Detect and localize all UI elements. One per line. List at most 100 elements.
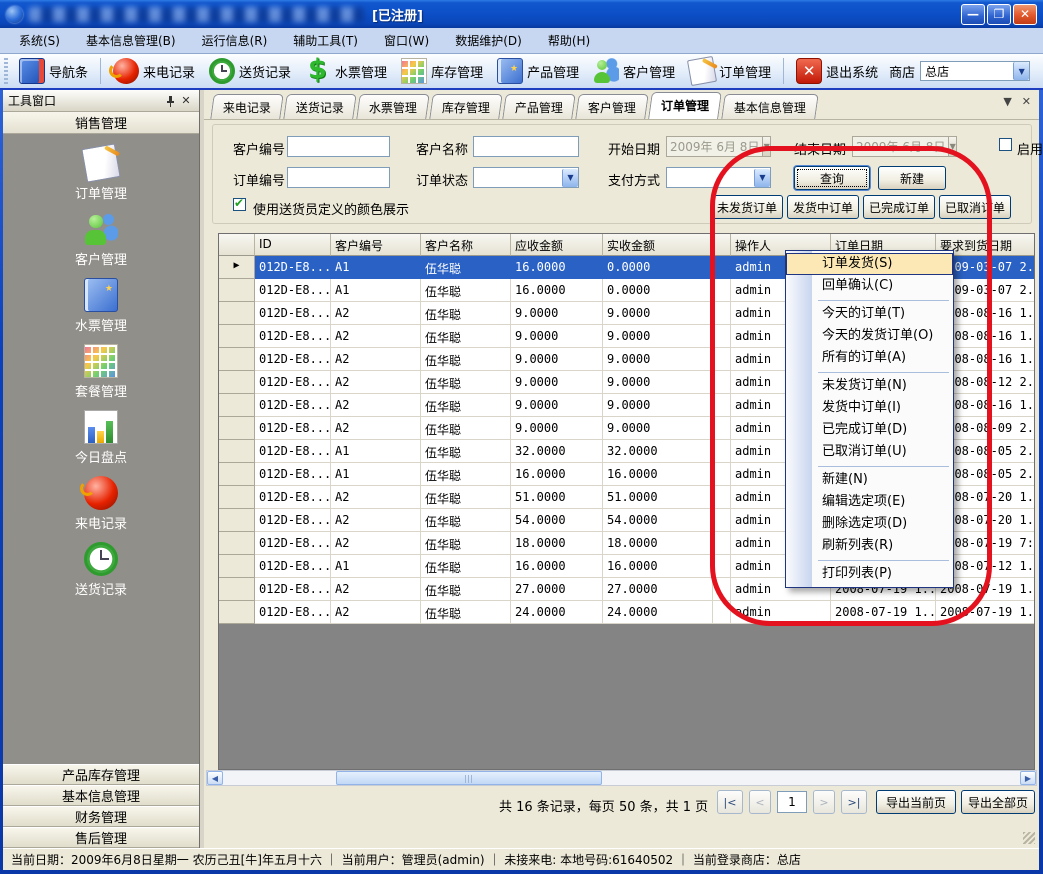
scroll-left-icon[interactable]: ◀ xyxy=(207,771,223,785)
checkbox-icon[interactable] xyxy=(999,138,1012,151)
close-icon[interactable]: ✕ xyxy=(178,93,194,109)
column-header-selector[interactable] xyxy=(219,234,255,256)
context-menu-item[interactable]: 已完成订单(D) xyxy=(786,419,953,441)
column-header[interactable]: ID xyxy=(255,234,331,256)
sidebar-item[interactable]: 水票管理 xyxy=(3,278,199,334)
toolbar-button[interactable]: 导航条 xyxy=(14,56,93,86)
toolbar-button[interactable]: 退出系统 xyxy=(791,56,883,86)
toolbar-button[interactable]: 产品管理 xyxy=(492,56,584,86)
row-selector[interactable] xyxy=(219,325,255,348)
tab[interactable]: 产品管理 xyxy=(502,94,576,119)
chevron-down-icon[interactable]: ▼ xyxy=(1013,62,1029,80)
context-menu-item[interactable]: 未发货订单(N) xyxy=(786,375,953,397)
order-status-select[interactable]: ▼ xyxy=(473,167,579,188)
end-date-picker[interactable]: 2009年 6月 8日 ▼ xyxy=(852,136,957,157)
enable-checkbox[interactable] xyxy=(999,138,1012,153)
sidebar-section-button[interactable]: 基本信息管理 xyxy=(3,785,199,806)
row-selector[interactable] xyxy=(219,601,255,624)
customer-name-input[interactable] xyxy=(473,136,579,157)
row-selector[interactable] xyxy=(219,578,255,601)
scroll-right-icon[interactable]: ▶ xyxy=(1020,771,1036,785)
menu-item[interactable]: 辅助工具(T) xyxy=(280,28,371,53)
prev-page-button[interactable]: < xyxy=(749,790,771,814)
context-menu-item[interactable]: 编辑选定项(E) xyxy=(786,491,953,513)
context-menu-item[interactable]: 发货中订单(I) xyxy=(786,397,953,419)
row-selector[interactable] xyxy=(219,486,255,509)
table-row[interactable]: 012D-E8... A2 伍华聪 24.0000 24.0000 admin … xyxy=(219,601,1034,624)
tab[interactable]: 基本信息管理 xyxy=(721,94,819,119)
sidebar-item[interactable]: 送货记录 xyxy=(3,542,199,598)
unshipped-orders-button[interactable]: 未发货订单 xyxy=(711,195,783,219)
row-selector[interactable] xyxy=(219,279,255,302)
row-selector[interactable] xyxy=(219,371,255,394)
toolbar-button[interactable]: 库存管理 xyxy=(396,56,488,86)
row-selector[interactable] xyxy=(219,440,255,463)
completed-orders-button[interactable]: 已完成订单 xyxy=(863,195,935,219)
new-button[interactable]: 新建 xyxy=(878,166,946,190)
context-menu-item[interactable]: 刷新列表(R) xyxy=(786,535,953,557)
column-header[interactable]: 客户名称 xyxy=(421,234,511,256)
maximize-button[interactable]: ❐ xyxy=(987,4,1011,25)
export-current-page-button[interactable]: 导出当前页 xyxy=(876,790,956,814)
toolbar-button[interactable]: 订单管理 xyxy=(684,56,776,86)
menu-item[interactable]: 窗口(W) xyxy=(371,28,442,53)
tab[interactable]: 水票管理 xyxy=(356,94,430,119)
row-selector[interactable] xyxy=(219,509,255,532)
shop-select[interactable]: 总店 ▼ xyxy=(920,61,1030,81)
context-menu-item[interactable]: 今天的发货订单(O) xyxy=(786,325,953,347)
menu-item[interactable]: 运行信息(R) xyxy=(189,28,281,53)
page-number-input[interactable]: 1 xyxy=(777,791,807,813)
tab[interactable]: 订单管理 xyxy=(648,92,722,119)
row-selector[interactable] xyxy=(219,532,255,555)
tab[interactable]: 来电记录 xyxy=(210,94,284,119)
column-header[interactable]: 应收金额 xyxy=(511,234,603,256)
context-menu-item[interactable]: 删除选定项(D) xyxy=(786,513,953,535)
tab[interactable]: 客户管理 xyxy=(575,94,649,119)
chevron-down-icon[interactable]: ▼ xyxy=(754,169,770,187)
last-page-button[interactable]: >| xyxy=(841,790,867,814)
shipping-orders-button[interactable]: 发货中订单 xyxy=(787,195,859,219)
toolbar-button[interactable]: 送货记录 xyxy=(204,56,296,86)
start-date-picker[interactable]: 2009年 6月 8日 ▼ xyxy=(666,136,771,157)
minimize-button[interactable]: — xyxy=(961,4,985,25)
row-selector[interactable] xyxy=(219,348,255,371)
row-selector[interactable] xyxy=(219,302,255,325)
sidebar-item[interactable]: 套餐管理 xyxy=(3,344,199,400)
menu-item[interactable]: 帮助(H) xyxy=(535,28,603,53)
menu-item[interactable]: 系统(S) xyxy=(6,28,73,53)
toolbar-button[interactable]: 水票管理 xyxy=(300,56,392,86)
color-checkbox[interactable] xyxy=(233,198,246,213)
horizontal-scrollbar[interactable]: ◀ ▶ xyxy=(206,770,1037,786)
sidebar-item[interactable]: 来电记录 xyxy=(3,476,199,532)
resize-grip[interactable] xyxy=(1023,832,1035,844)
row-selector[interactable]: ▶ xyxy=(219,256,255,279)
sidebar-item[interactable]: 订单管理 xyxy=(3,146,199,202)
toolbar-button[interactable]: 客户管理 xyxy=(588,56,680,86)
pin-icon[interactable] xyxy=(162,93,178,109)
tab[interactable]: 库存管理 xyxy=(429,94,503,119)
tab[interactable]: 送货记录 xyxy=(283,94,357,119)
context-menu-item[interactable]: 回单确认(C) xyxy=(786,275,953,297)
row-selector[interactable] xyxy=(219,394,255,417)
context-menu-item[interactable]: 今天的订单(T) xyxy=(786,303,953,325)
payment-select[interactable]: ▼ xyxy=(666,167,771,188)
sidebar-section-button[interactable]: 产品库存管理 xyxy=(3,764,199,785)
sidebar-section-header[interactable]: 销售管理 xyxy=(3,112,199,134)
row-selector[interactable] xyxy=(219,463,255,486)
sidebar-section-button[interactable]: 财务管理 xyxy=(3,806,199,827)
scrollbar-thumb[interactable] xyxy=(336,771,602,785)
sidebar-item[interactable]: 今日盘点 xyxy=(3,410,199,466)
tab-close-icon[interactable]: ✕ xyxy=(1022,95,1031,108)
context-menu-item[interactable]: 打印列表(P) xyxy=(786,563,953,585)
app-icon[interactable] xyxy=(6,6,23,23)
first-page-button[interactable]: |< xyxy=(717,790,743,814)
menu-item[interactable]: 数据维护(D) xyxy=(442,28,535,53)
next-page-button[interactable]: > xyxy=(813,790,835,814)
context-menu-item[interactable]: 订单发货(S) xyxy=(786,253,953,275)
column-header[interactable]: 客户编号 xyxy=(331,234,421,256)
menu-item[interactable]: 基本信息管理(B) xyxy=(73,28,189,53)
toolbar-button[interactable]: 来电记录 xyxy=(108,56,200,86)
checkbox-checked-icon[interactable] xyxy=(233,198,246,211)
export-all-pages-button[interactable]: 导出全部页 xyxy=(961,790,1035,814)
sidebar-item[interactable]: 客户管理 xyxy=(3,212,199,268)
